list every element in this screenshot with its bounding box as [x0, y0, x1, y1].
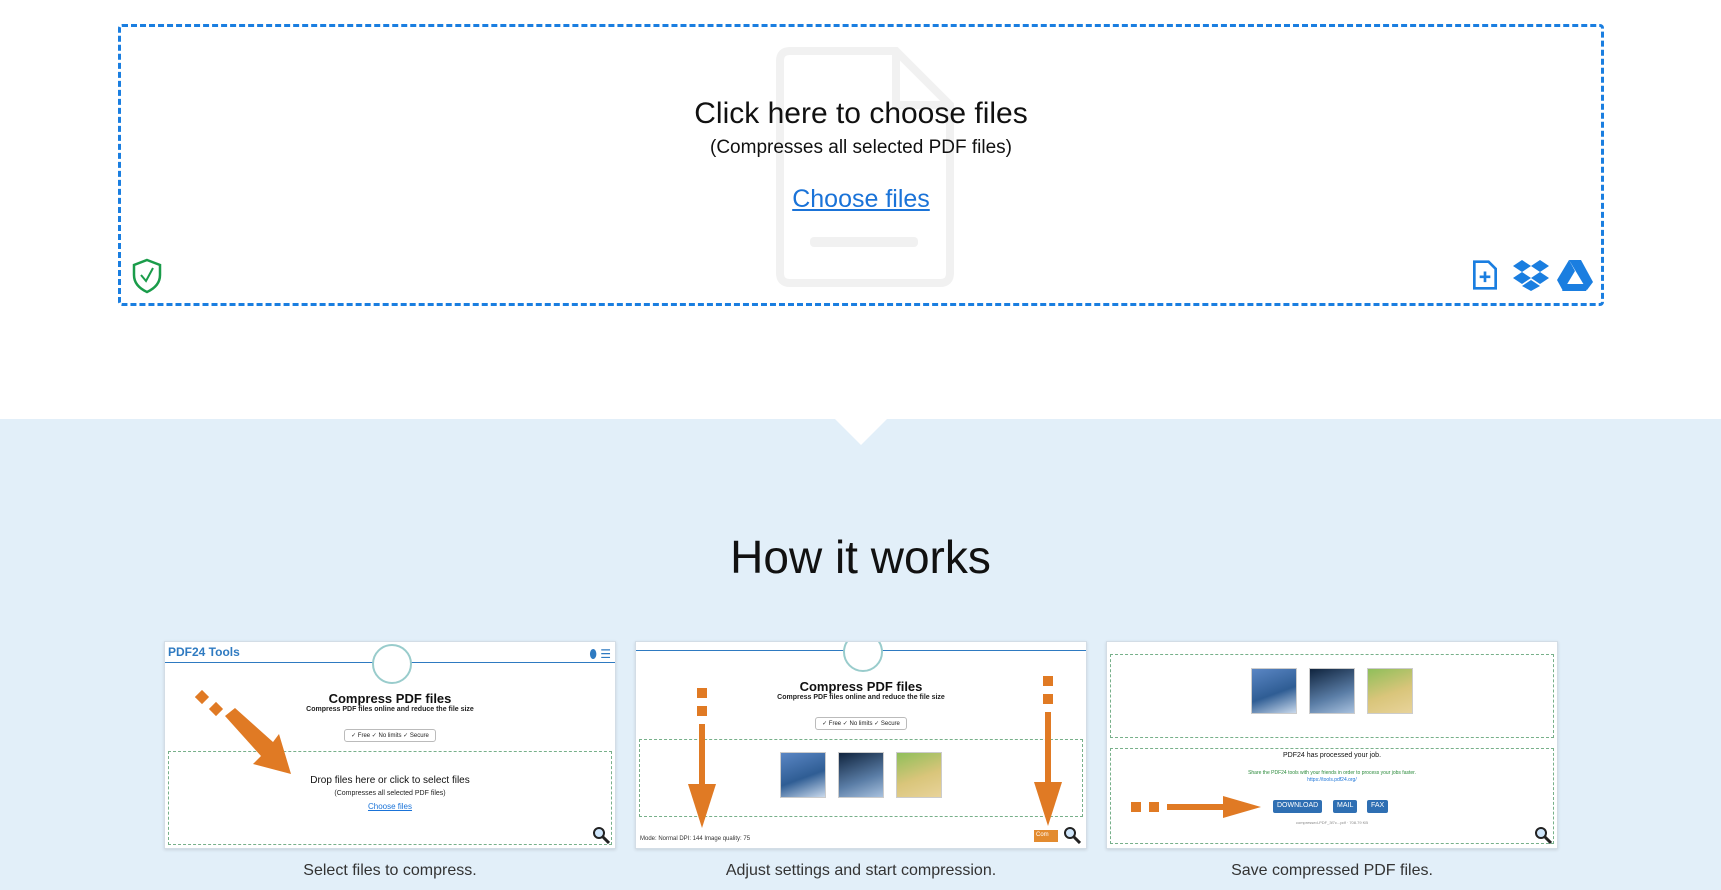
section-notch: [835, 419, 887, 445]
mini-drop-sub: (Compresses all selected PDF files): [334, 790, 446, 797]
mini-badges: ✓ Free ✓ No limits ✓ Secure: [344, 729, 436, 742]
thumbnail-image: [780, 752, 826, 798]
how-it-works-title: How it works: [730, 531, 991, 583]
orange-arrow-icon: [195, 690, 291, 774]
mini-settings: Mode: Normal DPI: 144 Image quality: 75: [640, 836, 751, 842]
upload-subtitle: (Compresses all selected PDF files): [710, 137, 1012, 158]
mini-url: https://tools.pdf24.org/: [1307, 777, 1357, 783]
file-drop-zone[interactable]: Click here to choose files (Compresses a…: [118, 24, 1604, 306]
dropbox-icon[interactable]: [1513, 258, 1549, 292]
sheep-logo-icon: [843, 642, 883, 672]
thumbnail-image: [1309, 668, 1355, 714]
step-card: Compress PDF files Compress PDF files on…: [635, 641, 1087, 880]
thumbnail-image: [1367, 668, 1413, 714]
mini-share: Share the PDF24 tools with your friends …: [1248, 770, 1416, 776]
choose-files-link[interactable]: Choose files: [792, 185, 930, 213]
mini-choose-link: Choose files: [367, 802, 413, 811]
mini-badges: ✓ Free ✓ No limits ✓ Secure: [815, 717, 907, 730]
step-caption: Adjust settings and start compression.: [725, 862, 997, 879]
orange-arrow-icon: [1131, 796, 1261, 818]
thumbnail-image: [896, 752, 942, 798]
mini-status: PDF24 has processed your job.: [1282, 752, 1382, 759]
step-screenshot[interactable]: PDF24 Tools ⬮ ☰ Compress PDF files Compr…: [164, 641, 616, 849]
step-screenshot[interactable]: PDF24 has processed your job. Share the …: [1106, 641, 1558, 849]
mini-file-info: compressed-PDF_3f7c...pdf · 708.79 KB: [1295, 820, 1369, 825]
orange-arrow-icon: [688, 688, 716, 828]
document-watermark-icon: [776, 47, 954, 287]
step-card: PDF24 has processed your job. Share the …: [1106, 641, 1558, 880]
menu-icon: ⬮ ☰: [589, 647, 611, 661]
add-file-icon[interactable]: [1469, 258, 1505, 292]
orange-arrow-icon: [1034, 676, 1062, 826]
step-caption: Select files to compress.: [303, 862, 477, 879]
step-card: PDF24 Tools ⬮ ☰ Compress PDF files Compr…: [164, 641, 616, 880]
mini-drop-text: Drop files here or click to select files: [310, 775, 470, 786]
magnifier-icon: [1064, 827, 1081, 844]
mini-fax-button: FAX: [1367, 800, 1389, 813]
upload-title: Click here to choose files: [694, 97, 1028, 130]
google-drive-icon[interactable]: [1557, 258, 1593, 292]
sheep-logo-icon: [372, 644, 412, 684]
step-caption: Save compressed PDF files.: [1231, 862, 1433, 879]
shield-check-icon: [132, 258, 162, 294]
mini-brand: PDF24 Tools: [168, 645, 240, 659]
thumbnail-image: [838, 752, 884, 798]
magnifier-icon: [593, 827, 610, 844]
thumbnail-image: [1251, 668, 1297, 714]
mini-mail-button: MAIL: [1333, 800, 1358, 813]
mini-compress-button: Com: [1034, 830, 1058, 842]
step-screenshot[interactable]: Compress PDF files Compress PDF files on…: [635, 641, 1087, 849]
mini-download-button: DOWNLOAD: [1273, 800, 1323, 813]
magnifier-icon: [1535, 827, 1552, 844]
